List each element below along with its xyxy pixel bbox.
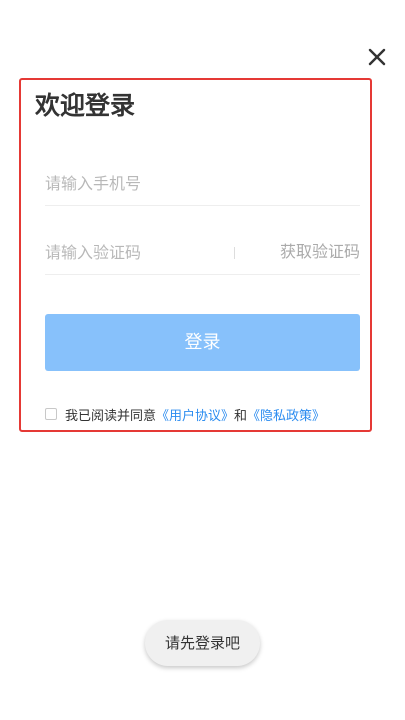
agreement-row: 我已阅读并同意 《用户协议》 和 《隐私政策》 bbox=[45, 405, 325, 424]
agreement-checkbox[interactable] bbox=[45, 408, 57, 420]
login-button[interactable]: 登录 bbox=[45, 314, 360, 371]
agreement-prefix: 我已阅读并同意 bbox=[65, 408, 157, 424]
close-button[interactable] bbox=[366, 46, 388, 68]
phone-input[interactable] bbox=[45, 162, 360, 204]
code-field-row: 获取验证码 bbox=[45, 231, 360, 275]
user-agreement-link[interactable]: 《用户协议》 bbox=[156, 405, 234, 424]
privacy-policy-link[interactable]: 《隐私政策》 bbox=[247, 405, 325, 424]
toast-message: 请先登录吧 bbox=[145, 620, 260, 666]
close-icon bbox=[368, 48, 386, 66]
verification-code-input[interactable] bbox=[45, 231, 225, 273]
login-panel: 欢迎登录 获取验证码 登录 我已阅读并同意 《用户协议》 和 《隐私政策》 bbox=[19, 78, 372, 432]
get-code-button[interactable]: 获取验证码 bbox=[280, 231, 360, 273]
phone-field-row bbox=[45, 162, 360, 206]
field-divider bbox=[234, 247, 235, 259]
page-title: 欢迎登录 bbox=[35, 91, 136, 120]
agreement-conjunction: 和 bbox=[234, 408, 248, 424]
